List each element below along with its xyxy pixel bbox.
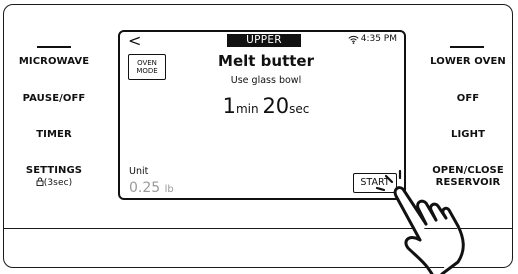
seconds-unit: sec (289, 102, 310, 116)
settings-hold-duration: (3sec) (43, 178, 73, 188)
wifi-icon (348, 35, 359, 44)
off-button[interactable]: OFF (422, 93, 514, 105)
settings-button[interactable]: SETTINGS (3sec) (8, 165, 100, 189)
display-screen: < UPPER 4:35 PM OVEN MODE Melt butter Us… (118, 30, 406, 200)
recipe-instruction: Use glass bowl (230, 75, 302, 86)
timer-button[interactable]: TIMER (8, 129, 100, 141)
cook-time[interactable]: 1min 20sec (146, 94, 386, 121)
settings-hold-hint: (3sec) (8, 177, 100, 189)
light-button[interactable]: LIGHT (422, 129, 514, 141)
status-bar: 4:35 PM (348, 33, 397, 45)
lock-icon (36, 177, 44, 186)
lower-oven-indicator (450, 46, 484, 48)
settings-label: SETTINGS (25, 165, 83, 176)
minutes-unit: min (235, 102, 259, 116)
recipe-title: Melt butter (218, 52, 314, 70)
tab-upper[interactable]: UPPER (227, 34, 301, 47)
unit-value[interactable]: 0.25 lb (129, 180, 174, 196)
clock: 4:35 PM (360, 34, 397, 44)
back-icon[interactable]: < (128, 33, 141, 49)
microwave-indicator (37, 46, 71, 48)
unit-suffix: lb (164, 184, 174, 195)
unit-label: Unit (129, 166, 149, 177)
minutes-value: 1 (222, 94, 236, 118)
seconds-value: 20 (262, 94, 290, 118)
microwave-button[interactable]: MICROWAVE (8, 56, 100, 68)
pointing-hand-icon (375, 169, 465, 274)
pause-off-button[interactable]: PAUSE/OFF (8, 93, 100, 105)
unit-amount: 0.25 (129, 180, 161, 196)
lower-oven-button[interactable]: LOWER OVEN (422, 56, 514, 68)
